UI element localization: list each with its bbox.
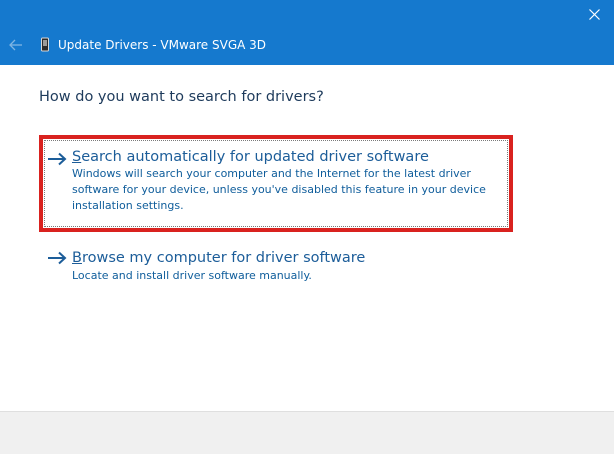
browse-computer-option[interactable]: Browse my computer for driver software L…: [39, 243, 513, 293]
device-icon: [41, 37, 49, 52]
search-automatically-description: Windows will search your computer and th…: [72, 167, 486, 212]
search-automatically-option[interactable]: Search automatically for updated driver …: [39, 135, 513, 232]
window-title: Update Drivers - VMware SVGA 3D: [58, 38, 267, 52]
access-key: S: [72, 149, 82, 165]
browse-computer-title: Browse my computer for driver software: [72, 248, 365, 268]
back-button[interactable]: [7, 37, 25, 53]
footer-bar: [0, 411, 614, 454]
arrow-right-icon: [48, 152, 67, 166]
search-automatically-title: Search automatically for updated driver …: [72, 147, 429, 167]
option-title-text: rowse my computer for driver software: [81, 250, 366, 266]
title-bar: Update Drivers - VMware SVGA 3D: [0, 0, 614, 65]
close-button[interactable]: [585, 5, 603, 23]
update-drivers-window: Update Drivers - VMware SVGA 3D How do y…: [0, 0, 614, 454]
back-arrow-icon: [9, 39, 22, 51]
arrow-right-icon: [48, 251, 67, 265]
option-title-text: earch automatically for updated driver s…: [81, 149, 429, 165]
access-key: B: [72, 250, 82, 266]
close-icon: [588, 8, 600, 20]
browse-computer-description: Locate and install driver software manua…: [72, 269, 312, 282]
page-heading: How do you want to search for drivers?: [39, 89, 324, 105]
